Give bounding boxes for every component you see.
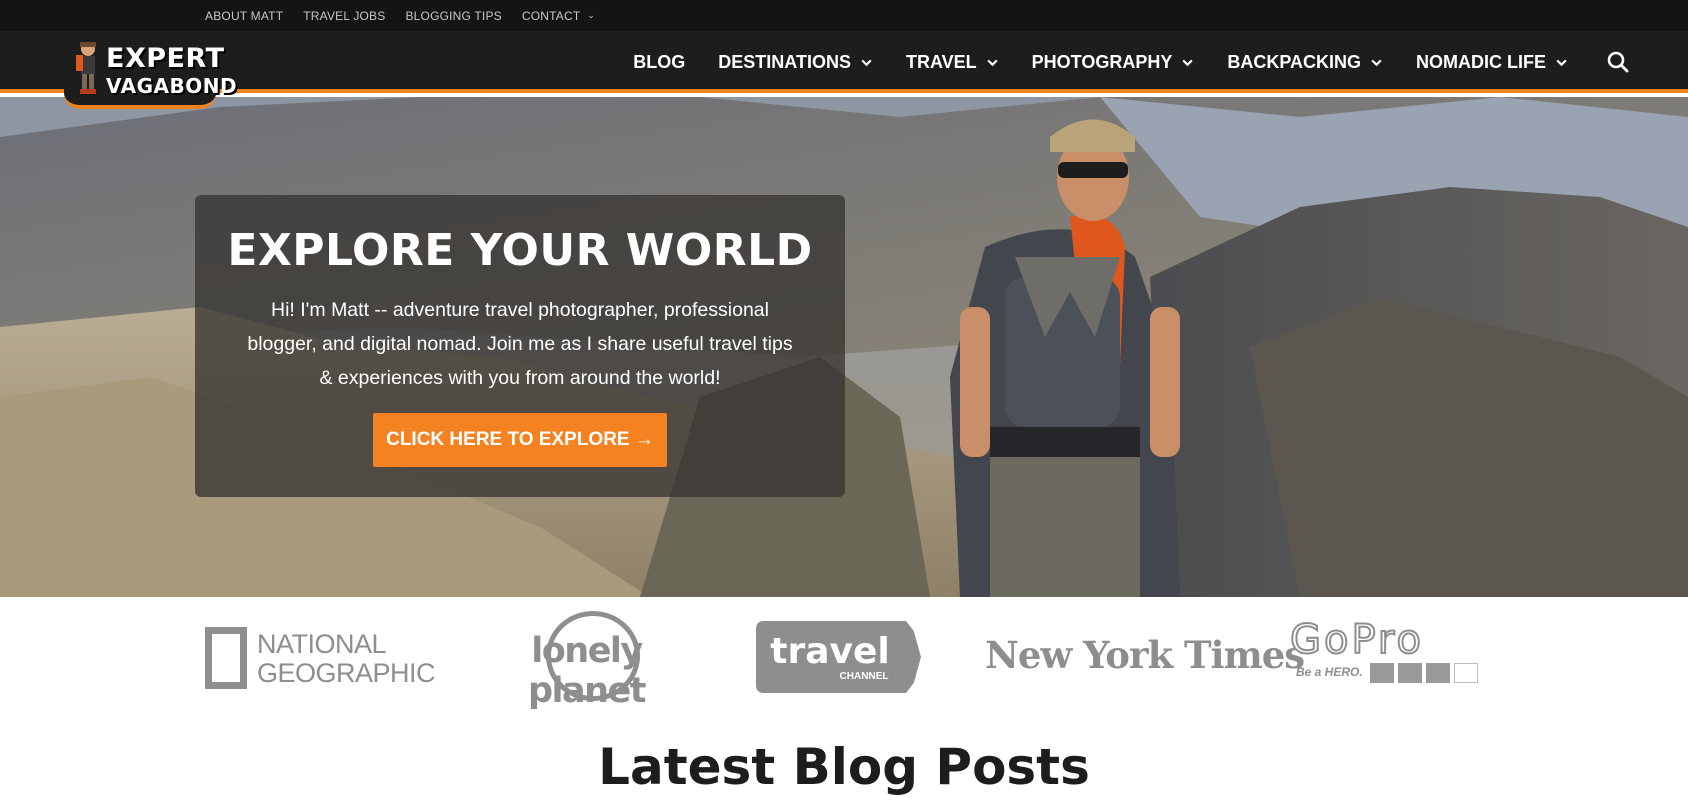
search-icon[interactable] — [1606, 50, 1630, 74]
nav-item-label: PHOTOGRAPHY — [1031, 51, 1173, 72]
chevron-down-icon — [1371, 59, 1382, 66]
gopro-square-2 — [1398, 663, 1422, 683]
nav-item-backpacking[interactable]: BACKPACKING — [1227, 52, 1383, 73]
chevron-down-icon — [1182, 59, 1193, 66]
chevron-down-icon — [861, 59, 872, 66]
explore-button[interactable]: CLICK HERE TO EXPLORE → — [373, 413, 667, 467]
utility-link-contact-label: CONTACT — [521, 8, 581, 23]
nav-item-photography[interactable]: PHOTOGRAPHY — [1032, 52, 1195, 73]
logo-text-line2: VAGABOND — [106, 74, 238, 98]
gopro-text: GoPro — [1289, 616, 1424, 664]
travel-channel-text: travel — [770, 631, 889, 672]
national-geographic-logo: NATIONAL GEOGRAPHIC — [205, 627, 436, 693]
nav-item-label: BLOG — [633, 51, 686, 72]
utility-link-contact[interactable]: CONTACT ⌄ — [522, 9, 595, 23]
natgeo-frame-icon — [205, 627, 247, 689]
latest-blog-posts-heading: Latest Blog Posts — [598, 738, 1090, 796]
nav-item-nomadic-life[interactable]: NOMADIC LIFE — [1416, 52, 1568, 73]
lonely-planet-text: lonely planet — [527, 631, 647, 711]
hero-intro-text: Hi! I'm Matt -- adventure travel photogr… — [247, 299, 793, 389]
utility-links: ABOUT MATT TRAVEL JOBS BLOGGING TIPS CON… — [205, 0, 595, 31]
nav-item-label: DESTINATIONS — [718, 51, 851, 72]
press-logos-bar: NATIONAL GEOGRAPHIC lonely planet travel… — [0, 597, 1688, 727]
new-york-times-logo: New York Times — [985, 633, 1305, 677]
chevron-down-icon — [987, 59, 998, 66]
mascot-icon — [76, 42, 96, 94]
gopro-square-4 — [1454, 663, 1478, 683]
nav-item-label: NOMADIC LIFE — [1416, 51, 1546, 72]
nav-menu: BLOG DESTINATIONS TRAVEL PHOTOGRAPHY BAC… — [633, 31, 1568, 93]
gopro-tagline: Be a HERO. — [1296, 665, 1363, 679]
natgeo-text-1: NATIONAL — [257, 629, 387, 659]
nav-item-travel[interactable]: TRAVEL — [906, 52, 999, 73]
travel-channel-logo: travel CHANNEL — [756, 621, 934, 693]
top-utility-bar: ABOUT MATT TRAVEL JOBS BLOGGING TIPS CON… — [0, 0, 1688, 31]
natgeo-text-2: GEOGRAPHIC — [257, 658, 436, 688]
logo-text-line1: EXPERT — [106, 43, 225, 74]
nav-item-destinations[interactable]: DESTINATIONS — [718, 52, 873, 73]
gopro-square-1 — [1370, 663, 1394, 683]
travel-channel-subtext: CHANNEL — [840, 671, 889, 682]
gopro-logo: GoPro Be a HERO. — [1289, 616, 1485, 707]
chevron-down-icon: ⌄ — [587, 10, 596, 20]
hero-title: EXPLORE YOUR WORLD — [227, 225, 813, 276]
utility-link-about[interactable]: ABOUT MATT — [205, 9, 283, 23]
chevron-down-icon — [1556, 59, 1567, 66]
site-logo[interactable]: EXPERT VAGABOND — [64, 35, 237, 109]
main-nav: BLOG DESTINATIONS TRAVEL PHOTOGRAPHY BAC… — [0, 31, 1688, 93]
lonely-planet-logo: lonely planet — [494, 611, 679, 711]
utility-link-travel-jobs[interactable]: TRAVEL JOBS — [303, 9, 385, 23]
nav-item-blog[interactable]: BLOG — [633, 52, 685, 73]
nav-item-label: BACKPACKING — [1227, 51, 1361, 72]
hero-overlay-card: EXPLORE YOUR WORLD Hi! I'm Matt -- adven… — [195, 195, 845, 497]
nav-item-label: TRAVEL — [905, 51, 977, 72]
gopro-square-3 — [1426, 663, 1450, 683]
utility-link-blogging-tips[interactable]: BLOGGING TIPS — [405, 9, 501, 23]
hero-banner: EXPLORE YOUR WORLD Hi! I'm Matt -- adven… — [0, 97, 1688, 597]
